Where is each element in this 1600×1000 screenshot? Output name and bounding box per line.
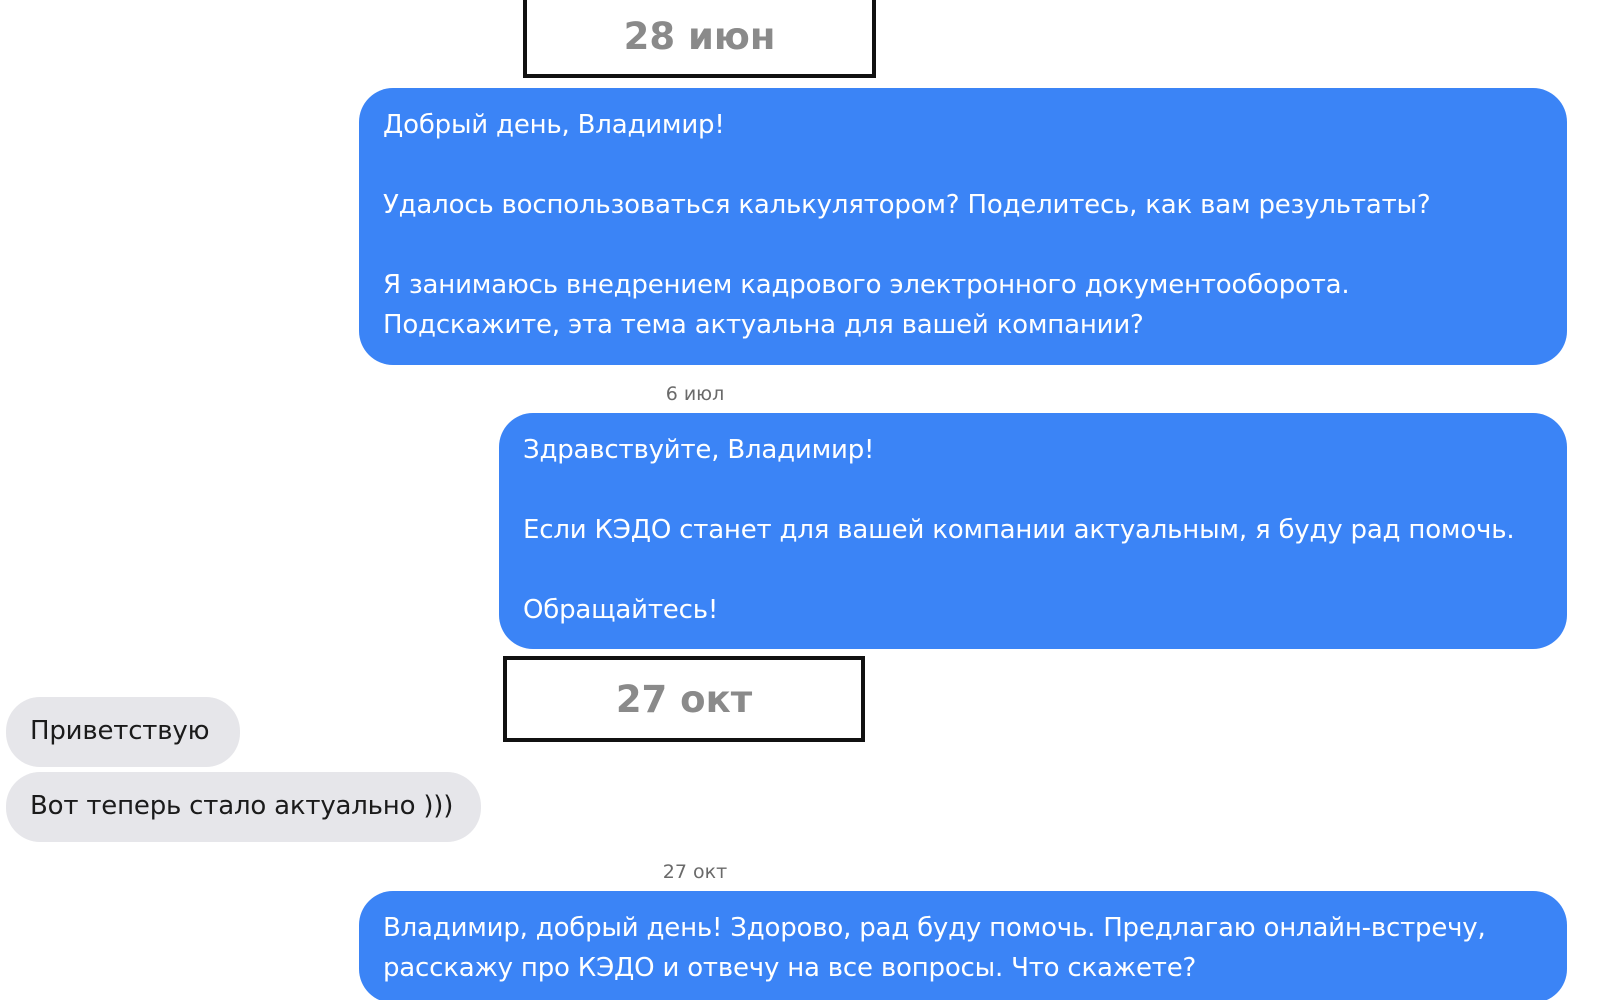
chat-thread: 28 июн Добрый день, Владимир! Удалось во… xyxy=(0,0,1600,1000)
date-separator: 27 окт xyxy=(662,861,728,883)
outgoing-message[interactable]: Владимир, добрый день! Здорово, рад буду… xyxy=(359,891,1567,1000)
outgoing-message[interactable]: Добрый день, Владимир! Удалось воспользо… xyxy=(359,88,1567,365)
outgoing-message[interactable]: Здравствуйте, Владимир! Если КЭДО станет… xyxy=(499,413,1567,649)
incoming-message[interactable]: Вот теперь стало актуально ))) xyxy=(6,772,481,842)
incoming-message[interactable]: Приветствую xyxy=(6,697,240,767)
date-highlight-box: 27 окт xyxy=(503,656,865,742)
date-highlight-box: 28 июн xyxy=(523,0,876,78)
date-separator: 6 июл xyxy=(665,383,725,405)
